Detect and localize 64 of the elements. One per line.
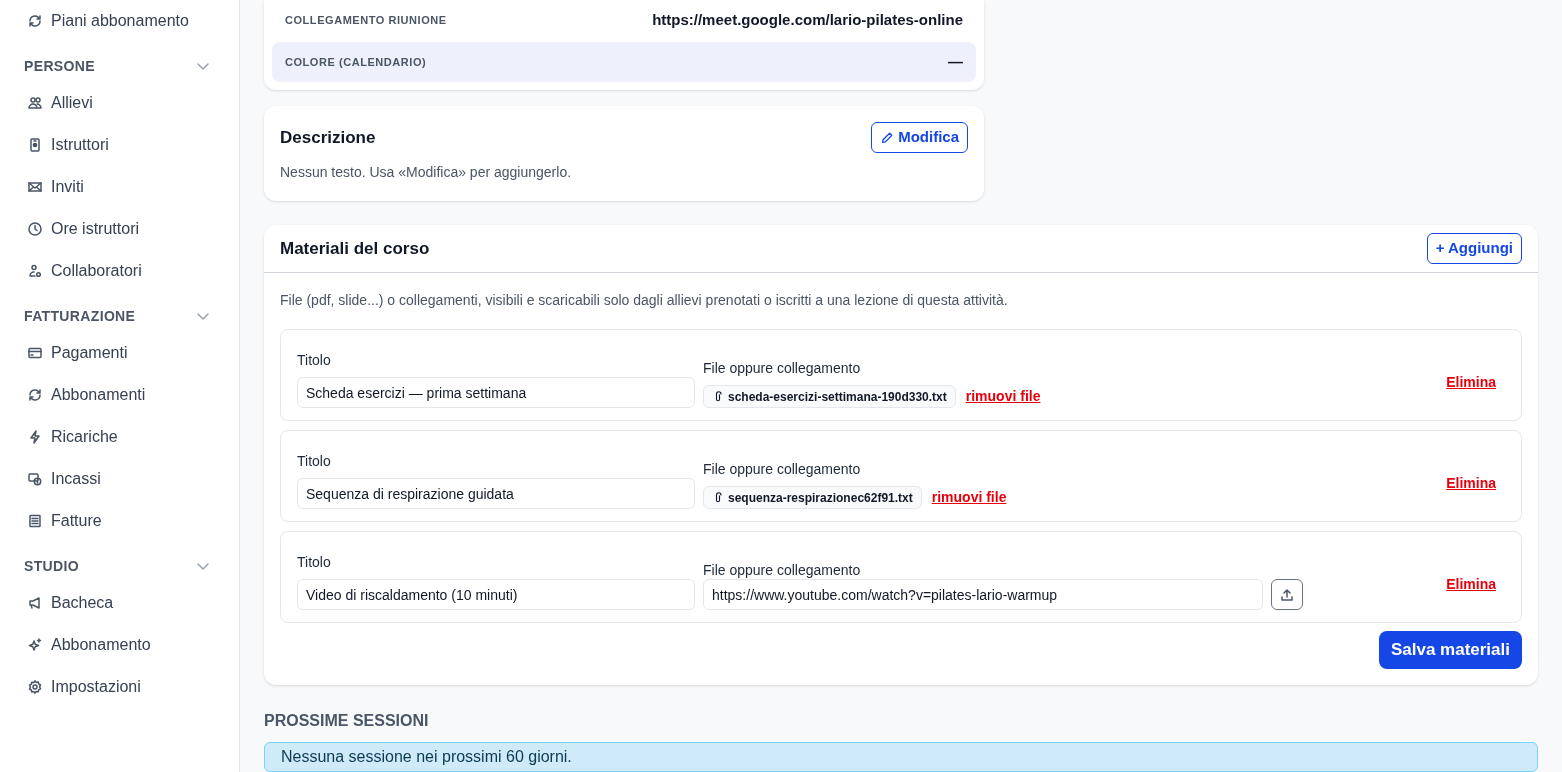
sidebar-item[interactable]: Ore istruttori [24,208,215,250]
file-chip: scheda-esercizi-settimana-190d330.txt [703,385,956,408]
section-heading: PROSSIME SESSIONI [264,711,430,731]
refresh-icon [27,13,43,29]
envelope-icon [27,179,43,195]
field-label: Titolo [297,351,332,370]
sidebar-item[interactable]: Abbonamenti [24,374,215,416]
field-label: File oppure collegamento [703,359,862,378]
section-header[interactable]: STUDIO [24,550,215,582]
sidebar-item[interactable]: Bacheca [24,582,215,624]
add-button[interactable]: + Aggiungi [1426,233,1522,264]
lightning-icon [27,429,43,445]
detail-label: COLORE (CALENDARIO) [285,54,427,70]
link-input[interactable]: https://www.youtube.com/watch?v=pilates-lario-warmup [703,579,1263,610]
card-title: Descrizione [280,126,376,149]
description-text: Nessun testo. Usa «Modifica» per aggiungerlo. [280,163,573,182]
sidebar-item[interactable]: Abbonamento [24,624,215,666]
save-button[interactable]: Salva materiali [1378,631,1522,669]
upload-button[interactable] [1271,579,1303,610]
materials-note: File (pdf, slide...) o collegamenti, visibili e scaricabili solo dagli allievi prenotati o iscritti a una lezione di questa attività. [280,291,1009,310]
card-title: Materiali del corso [280,237,430,260]
settings-icon [27,679,43,695]
sidebar-item[interactable]: Pagamenti [24,332,215,374]
section-header[interactable]: FATTURAZIONE [24,300,215,332]
title-input[interactable]: Video di riscaldamento (10 minuti) [297,579,695,610]
cash-icon [27,471,43,487]
user-gear-icon [27,263,43,279]
sidebar-item[interactable]: Allievi [24,82,215,124]
credit-card-icon [27,345,43,361]
document-icon [27,513,43,529]
sidebar-item[interactable]: Incassi [24,458,215,500]
section-header[interactable]: PERSONE [24,50,215,82]
field-label: Titolo [297,553,332,572]
id-badge-icon [27,137,43,153]
sidebar-item[interactable]: Fatture [24,500,215,542]
megaphone-icon [27,595,43,611]
detail-value: — [948,51,963,72]
sidebar-item[interactable]: Istruttori [24,124,215,166]
edit-button[interactable]: Modifica [871,122,968,153]
sparkle-icon [27,637,43,653]
delete-link[interactable]: Elimina [1446,371,1496,393]
sidebar-item[interactable]: Ricariche [24,416,215,458]
remove-file-link[interactable]: rimuovi file [931,487,1007,508]
field-label: Titolo [297,452,332,471]
sidebar-item[interactable]: Piani abbonamento [24,0,215,42]
users-icon [27,95,43,111]
sidebar-item[interactable]: Collaboratori [24,250,215,292]
delete-link[interactable]: Elimina [1446,573,1496,595]
sidebar-item[interactable]: Inviti [24,166,215,208]
file-chip: sequenza-respirazionec62f91.txt [703,486,922,509]
pencil-icon [880,130,895,145]
upload-icon [1279,586,1295,603]
clock-icon [27,221,43,237]
sidebar-item[interactable]: Impostazioni [24,666,215,708]
detail-label: COLLEGAMENTO RIUNIONE [285,12,447,28]
title-input[interactable]: Sequenza di respirazione guidata [297,478,695,509]
detail-value: https://meet.google.com/lario-pilates-online [652,9,963,30]
field-label: File oppure collegamento [703,561,862,580]
remove-file-link[interactable]: rimuovi file [965,386,1041,407]
empty-sessions-alert: Nessuna sessione nei prossimi 60 giorni. [264,742,1538,772]
title-input[interactable]: Scheda esercizi — prima settimana [297,377,695,408]
refresh-icon [27,387,43,403]
field-label: File oppure collegamento [703,460,862,479]
delete-link[interactable]: Elimina [1446,472,1496,494]
